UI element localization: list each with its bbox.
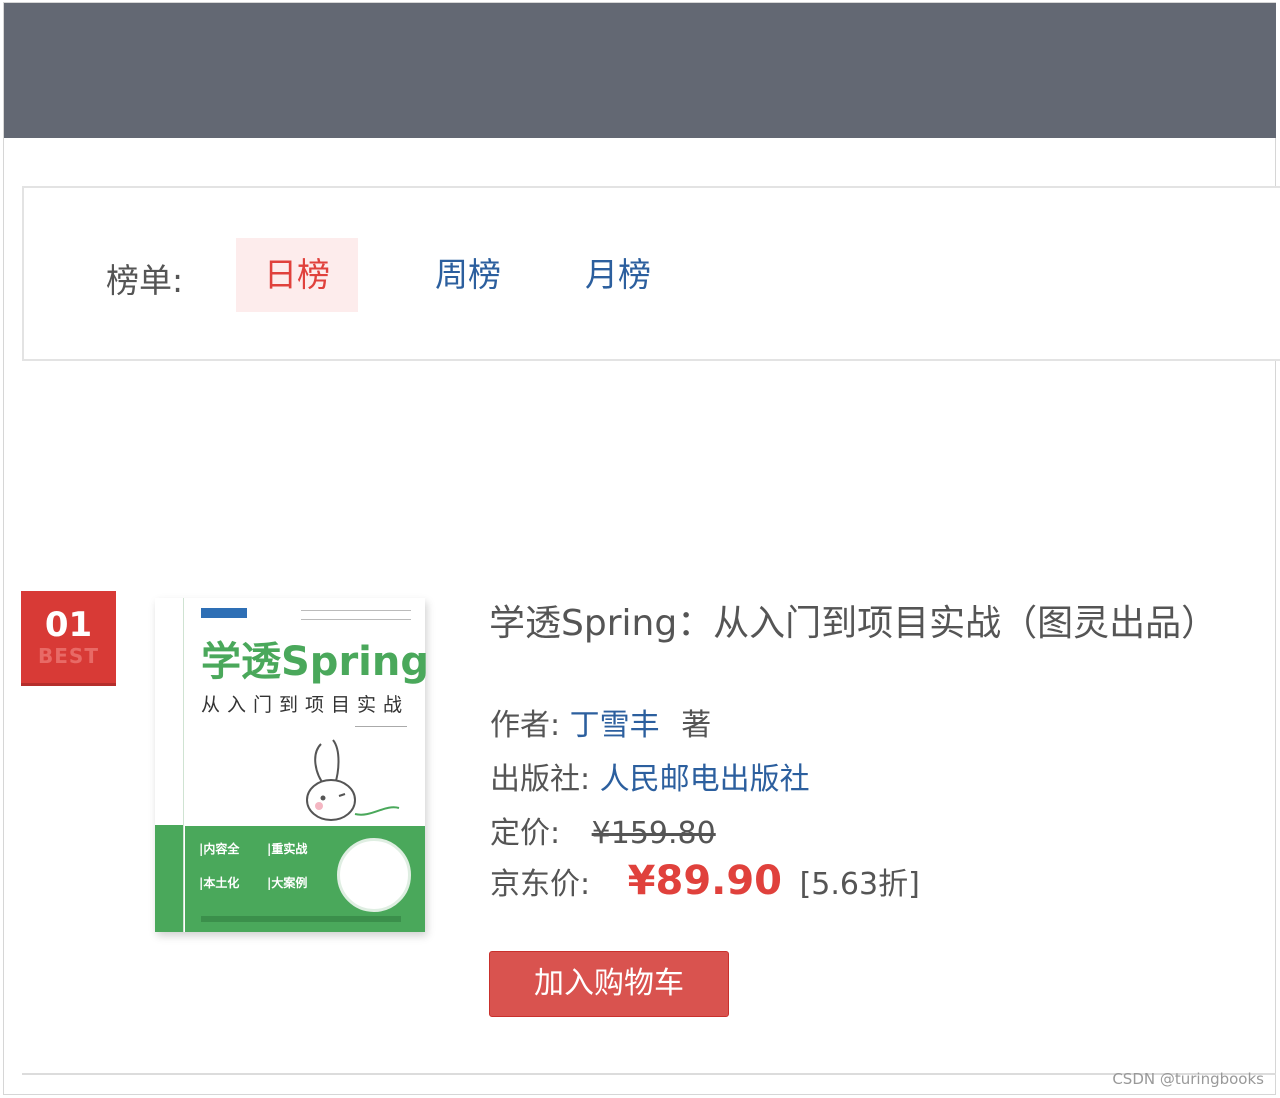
book-spine xyxy=(155,598,184,932)
jd-price: ¥89.90 xyxy=(627,858,783,904)
recommendation-seal xyxy=(337,838,411,912)
cover-author-line xyxy=(355,726,407,727)
publisher-link[interactable]: 人民邮电出版社 xyxy=(600,762,810,797)
book-front: 学透Spring 从入门到项目实战 |内容全 |重实战 |本土化 |大案例 xyxy=(185,598,429,932)
author-suffix: 著 xyxy=(681,708,712,743)
list-price: ¥159.80 xyxy=(591,816,716,851)
tab-monthly[interactable]: 月榜 xyxy=(558,238,678,312)
list-price-row: 定价: ¥159.80 xyxy=(490,808,716,852)
cover-point: |内容全 xyxy=(199,842,240,856)
rank-tag: BEST xyxy=(38,644,99,668)
cover-subtitle: 从入门到项目实战 xyxy=(201,694,410,716)
ranking-tabs-panel: 榜单: 日榜 周榜 月榜 xyxy=(22,186,1280,361)
book-title[interactable]: 学透Spring：从入门到项目实战（图灵出品） xyxy=(489,594,1217,646)
watermark: CSDN @turingbooks xyxy=(1112,1070,1264,1088)
tab-weekly[interactable]: 周榜 xyxy=(408,238,528,312)
jd-price-row: 京东价: ¥89.90 [5.63折] xyxy=(490,858,920,904)
ranking-label: 榜单: xyxy=(106,261,184,300)
author-link[interactable]: 丁雪丰 xyxy=(570,708,660,743)
cover-title: 学透Spring xyxy=(201,639,429,685)
list-price-label: 定价: xyxy=(490,816,561,851)
bottom-divider xyxy=(22,1073,1276,1075)
add-to-cart-button[interactable]: 加入购物车 xyxy=(489,951,729,1017)
tab-daily[interactable]: 日榜 xyxy=(236,238,358,312)
author-label: 作者: xyxy=(490,708,561,743)
cover-publisher-strip xyxy=(201,916,401,922)
jd-price-label: 京东价: xyxy=(490,867,591,902)
publisher-label: 出版社: xyxy=(490,762,591,797)
cover-tagline xyxy=(301,610,411,620)
rabbit-illustration xyxy=(306,739,400,821)
book-cover-image[interactable]: 学透Spring 从入门到项目实战 |内容全 |重实战 |本土化 |大案例 xyxy=(155,598,429,932)
author-row: 作者: 丁雪丰 著 xyxy=(490,700,711,744)
rank-badge: 01 BEST xyxy=(21,591,116,683)
cover-point: |重实战 xyxy=(267,842,308,856)
publisher-row: 出版社: 人民邮电出版社 xyxy=(490,754,810,798)
top-header-bar xyxy=(4,3,1276,138)
cover-point: |本土化 xyxy=(199,876,240,890)
rank-number: 01 xyxy=(44,605,93,645)
discount-rate: [5.63折] xyxy=(799,867,920,902)
cover-green-band: |内容全 |重实战 |本土化 |大案例 xyxy=(185,826,425,932)
cover-point: |大案例 xyxy=(267,876,308,890)
publisher-logo xyxy=(201,608,247,618)
